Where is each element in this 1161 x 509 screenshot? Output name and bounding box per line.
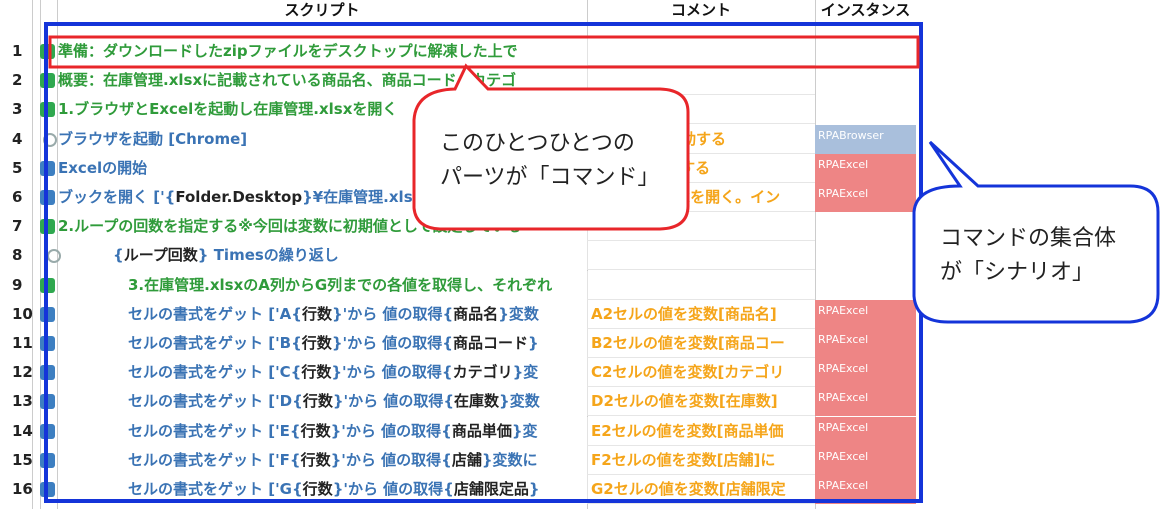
- command-highlight-frame: [48, 35, 920, 69]
- scenario-callout-line1: コマンドの集合体: [940, 226, 1117, 251]
- scenario-callout-text: コマンドの集合体 が「シナリオ」: [940, 222, 1116, 290]
- scenario-callout-line2: が「シナリオ」: [940, 260, 1095, 285]
- command-callout-text: このひとつひとつの パーツが「コマンド」: [440, 127, 660, 195]
- command-callout-line1: このひとつひとつの: [440, 131, 635, 156]
- command-callout-line2: パーツが「コマンド」: [440, 165, 660, 190]
